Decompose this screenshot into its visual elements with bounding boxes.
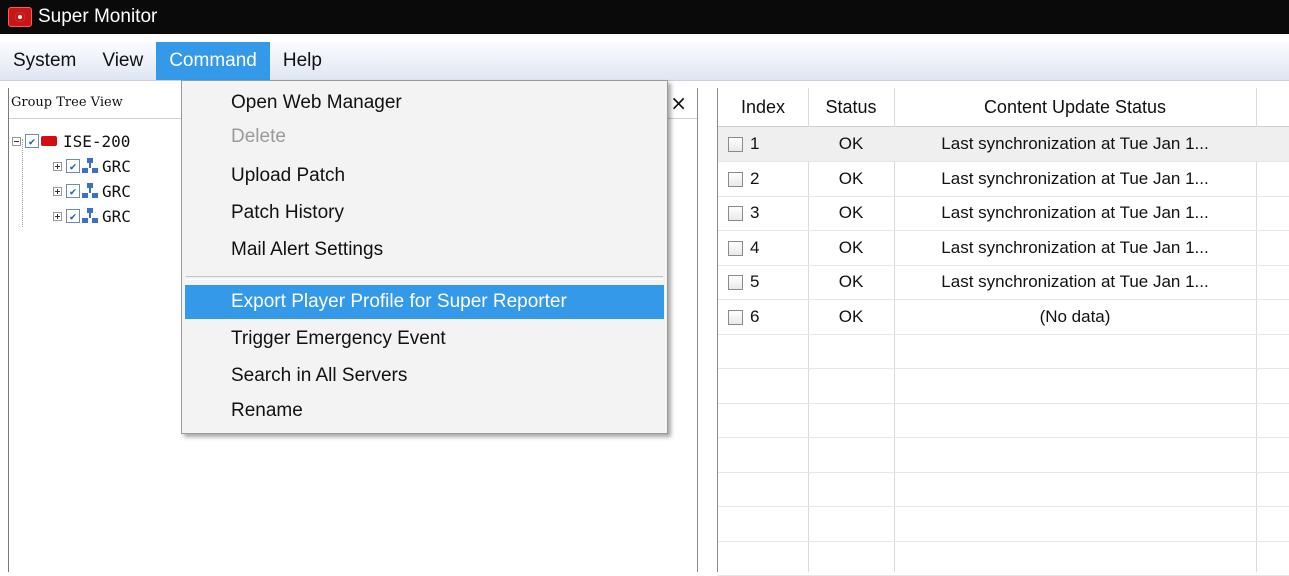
menu-command[interactable]: Command <box>156 42 270 80</box>
group-icon <box>82 183 98 199</box>
row-checkbox[interactable] <box>728 241 743 256</box>
cell-index: 4 <box>750 238 760 257</box>
menu-help[interactable]: Help <box>270 42 335 80</box>
cell-status: OK <box>838 134 864 153</box>
tree-node-label: GRC <box>102 156 131 176</box>
tree-checkbox[interactable]: ✔ <box>66 159 80 173</box>
column-header-index[interactable]: Index <box>718 88 808 126</box>
cell-content-status: (No data) <box>1039 307 1111 326</box>
tree-checkbox[interactable]: ✔ <box>66 209 80 223</box>
expand-icon[interactable] <box>53 186 62 196</box>
row-divider <box>718 472 1289 473</box>
row-checkbox[interactable] <box>728 137 743 152</box>
close-icon[interactable]: × <box>670 88 687 118</box>
menu-item-open-web-manager[interactable]: Open Web Manager <box>185 86 664 120</box>
column-header-status[interactable]: Status <box>808 88 894 126</box>
row-checkbox[interactable] <box>728 310 743 325</box>
menu-item-export-player-profile[interactable]: Export Player Profile for Super Reporter <box>185 285 664 319</box>
cell-status: OK <box>838 272 864 291</box>
menu-separator <box>186 276 663 280</box>
tree-node-group[interactable]: ✔ GRC <box>53 204 131 228</box>
tree-node-group[interactable]: ✔ GRC <box>53 154 131 178</box>
row-divider <box>718 334 1289 335</box>
column-header-content[interactable]: Content Update Status <box>894 88 1256 126</box>
row-divider <box>718 437 1289 438</box>
window-title: Super Monitor <box>38 6 158 27</box>
row-divider <box>718 506 1289 507</box>
tree-node-label: GRC <box>102 206 131 226</box>
cell-content-status: Last synchronization at Tue Jan 1... <box>941 203 1209 222</box>
cell-content-status: Last synchronization at Tue Jan 1... <box>941 134 1209 153</box>
cell-index: 2 <box>750 169 760 188</box>
table-header: Index Status Content Update Status <box>718 88 1289 127</box>
menu-view[interactable]: View <box>89 42 156 80</box>
menu-system[interactable]: System <box>0 42 89 80</box>
cell-status: OK <box>838 307 864 326</box>
group-icon <box>82 208 98 224</box>
tree-checkbox[interactable]: ✔ <box>25 134 39 148</box>
group-icon <box>82 158 98 174</box>
tree-node-label: GRC <box>102 181 131 201</box>
menu-item-search-all-servers[interactable]: Search in All Servers <box>185 359 664 393</box>
cell-index: 5 <box>750 272 760 291</box>
panel-title: Group Tree View <box>11 95 123 110</box>
cell-content-status: Last synchronization at Tue Jan 1... <box>941 238 1209 257</box>
tree-node-label: ISE-200 <box>63 131 131 151</box>
row-divider <box>718 541 1289 542</box>
expand-icon[interactable] <box>53 161 62 171</box>
cell-status: OK <box>838 238 864 257</box>
cell-content-status: Last synchronization at Tue Jan 1... <box>941 169 1209 188</box>
title-bar: Super Monitor <box>0 0 1289 34</box>
tree-node-server[interactable]: ✔ ISE-200 <box>12 129 130 153</box>
tree-node-group[interactable]: ✔ GRC <box>53 179 131 203</box>
row-checkbox[interactable] <box>728 206 743 221</box>
server-icon <box>41 136 57 146</box>
row-divider <box>718 403 1289 404</box>
cell-status: OK <box>838 203 864 222</box>
cell-content-status: Last synchronization at Tue Jan 1... <box>941 272 1209 291</box>
menu-item-upload-patch[interactable]: Upload Patch <box>185 159 664 193</box>
app-icon <box>8 7 32 27</box>
collapse-icon[interactable] <box>12 136 21 146</box>
menu-item-delete[interactable]: Delete <box>185 120 664 154</box>
expand-icon[interactable] <box>53 211 62 221</box>
menu-item-mail-alert-settings[interactable]: Mail Alert Settings <box>185 233 664 267</box>
cell-index: 3 <box>750 203 760 222</box>
player-table: Index Status Content Update Status 1 OK La… <box>717 88 1289 576</box>
row-checkbox[interactable] <box>728 275 743 290</box>
tree-checkbox[interactable]: ✔ <box>66 184 80 198</box>
cell-index: 6 <box>750 307 760 326</box>
menu-item-trigger-emergency-event[interactable]: Trigger Emergency Event <box>185 322 664 356</box>
menu-bar: System View Command Help <box>0 42 1289 81</box>
cell-status: OK <box>838 169 864 188</box>
command-menu: Open Web Manager Delete Upload Patch Pat… <box>181 80 668 434</box>
row-checkbox[interactable] <box>728 172 743 187</box>
cell-index: 1 <box>750 134 760 153</box>
menu-item-patch-history[interactable]: Patch History <box>185 196 664 230</box>
menu-item-rename[interactable]: Rename <box>185 394 664 428</box>
row-divider <box>718 368 1289 369</box>
